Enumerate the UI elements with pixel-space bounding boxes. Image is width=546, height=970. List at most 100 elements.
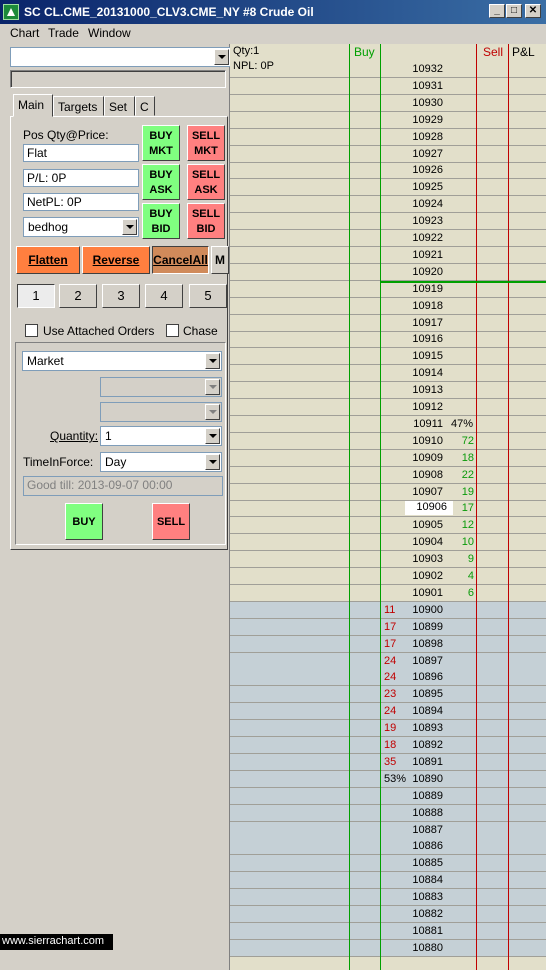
ladder-row[interactable]: 10921 <box>230 247 546 264</box>
ladder-row[interactable]: 10900 11 <box>230 601 546 619</box>
menu-chart[interactable]: Chart <box>10 26 39 40</box>
tab-set[interactable]: Set <box>104 96 135 116</box>
price-cell: 10931 <box>412 79 443 92</box>
ladder-row[interactable]: 10888 <box>230 804 546 822</box>
ladder-row[interactable]: 10904 10 <box>230 534 546 552</box>
ladder-row[interactable]: 10919 <box>230 281 546 298</box>
ladder-row[interactable]: 10910 72 <box>230 433 546 450</box>
chevron-down-icon[interactable] <box>214 49 229 65</box>
chevron-down-icon[interactable] <box>205 353 220 369</box>
tab-c[interactable]: C <box>135 96 155 116</box>
ladder-row[interactable]: 10883 <box>230 889 546 907</box>
price-cell: 10913 <box>412 384 443 397</box>
ladder-row[interactable]: 10908 22 <box>230 467 546 484</box>
ladder-row[interactable]: 10897 24 <box>230 652 546 670</box>
ladder-row[interactable]: 10929 <box>230 112 546 129</box>
ladder-row[interactable]: 10914 <box>230 365 546 383</box>
order-type-combo[interactable]: Market <box>22 351 222 371</box>
chevron-down-icon <box>205 404 220 420</box>
menu-trade[interactable]: Trade <box>48 26 79 40</box>
quantity-combo[interactable]: 1 <box>100 426 222 446</box>
ladder-row[interactable]: 10885 <box>230 855 546 873</box>
chase-checkbox[interactable] <box>166 324 179 337</box>
ladder-row[interactable]: 10912 <box>230 399 546 416</box>
buy-column-line <box>349 44 350 970</box>
sell-ask-button[interactable]: SELL ASK <box>187 164 225 200</box>
qty-preset-5[interactable]: 5 <box>189 284 227 308</box>
ladder-row[interactable]: 10881 <box>230 922 546 940</box>
ask-size: 22 <box>461 468 474 481</box>
ladder-row[interactable]: 10886 <box>230 838 546 856</box>
ladder-row[interactable]: 10922 <box>230 230 546 247</box>
chevron-down-icon[interactable] <box>205 428 220 444</box>
ladder-row[interactable]: 10884 <box>230 872 546 890</box>
ladder-row[interactable]: 10898 17 <box>230 635 546 653</box>
qty-preset-4[interactable]: 4 <box>145 284 183 308</box>
ladder-row[interactable]: 10899 17 <box>230 618 546 636</box>
ladder-row[interactable]: 10902 4 <box>230 568 546 585</box>
buy-market-button[interactable]: BUY MKT <box>142 125 180 161</box>
good-till-field: Good till: 2013-09-07 00:00 <box>23 476 223 496</box>
attached-orders-checkbox[interactable] <box>25 324 38 337</box>
ladder-row[interactable]: 10918 <box>230 298 546 315</box>
ladder-row[interactable]: 10911 47% <box>230 416 546 433</box>
ladder-row[interactable]: 10925 <box>230 179 546 197</box>
ladder-row[interactable]: 10920 <box>230 264 546 281</box>
ladder-row[interactable]: 10915 <box>230 348 546 366</box>
ladder-row[interactable]: 10895 23 <box>230 686 546 704</box>
title-bar[interactable]: SC CL.CME_20131000_CLV3.CME_NY #8 Crude … <box>0 0 546 24</box>
ladder-row[interactable]: 10932 <box>230 61 546 78</box>
trade-account-combo[interactable]: bedhog <box>23 217 139 237</box>
buy-button[interactable]: BUY <box>65 503 103 540</box>
ladder-row[interactable]: 10928 <box>230 129 546 146</box>
account-combo[interactable] <box>10 47 231 67</box>
sell-bid-button[interactable]: SELL BID <box>187 203 225 239</box>
ladder-row[interactable]: 10917 <box>230 315 546 332</box>
ladder-row[interactable]: 10892 18 <box>230 737 546 754</box>
chevron-down-icon[interactable] <box>122 219 137 235</box>
ladder-row[interactable]: 10927 <box>230 146 546 163</box>
price-ladder[interactable]: Qty:1 NPL: 0P Buy Sell P&L 10932 10931 109… <box>230 44 546 970</box>
ladder-row[interactable]: 10893 19 <box>230 720 546 738</box>
cancel-all-button[interactable]: CancelAll <box>152 246 209 274</box>
sell-button[interactable]: SELL <box>152 503 190 540</box>
ladder-row[interactable]: 10887 <box>230 821 546 839</box>
ladder-row[interactable]: 10903 9 <box>230 551 546 569</box>
ladder-row[interactable]: 10913 <box>230 382 546 400</box>
flatten-button[interactable]: Flatten <box>16 246 80 274</box>
chevron-down-icon[interactable] <box>205 454 220 470</box>
ladder-row[interactable]: 10909 18 <box>230 450 546 467</box>
reverse-button[interactable]: Reverse <box>82 246 150 274</box>
tab-targets[interactable]: Targets <box>53 96 104 116</box>
ladder-row[interactable]: 10906 17 <box>230 500 546 518</box>
tif-combo[interactable]: Day <box>100 452 222 472</box>
ladder-row[interactable]: 10896 24 <box>230 669 546 687</box>
ladder-row[interactable]: 10924 <box>230 196 546 214</box>
qty-preset-1[interactable]: 1 <box>17 284 55 308</box>
tab-main[interactable]: Main <box>13 94 53 117</box>
ladder-row[interactable]: 10890 53% <box>230 770 546 788</box>
minimize-button[interactable]: _ <box>489 4 505 18</box>
ladder-row[interactable]: 10930 <box>230 95 546 112</box>
sell-market-button[interactable]: SELL MKT <box>187 125 225 161</box>
ladder-row[interactable]: 10891 35 <box>230 753 546 771</box>
ladder-row[interactable]: 10931 <box>230 78 546 95</box>
m-button[interactable]: M <box>211 246 229 274</box>
ladder-row[interactable]: 10882 <box>230 906 546 923</box>
ladder-row[interactable]: 10926 <box>230 162 546 180</box>
ladder-row[interactable]: 10880 <box>230 939 546 957</box>
ladder-row[interactable]: 10894 24 <box>230 703 546 721</box>
close-button[interactable]: ✕ <box>525 4 541 18</box>
qty-preset-3[interactable]: 3 <box>102 284 140 308</box>
ladder-row[interactable]: 10907 19 <box>230 484 546 501</box>
ladder-row[interactable]: 10889 <box>230 787 546 805</box>
menu-window[interactable]: Window <box>88 26 131 40</box>
ladder-row[interactable]: 10901 6 <box>230 585 546 602</box>
buy-ask-button[interactable]: BUY ASK <box>142 164 180 200</box>
buy-bid-button[interactable]: BUY BID <box>142 203 180 239</box>
ladder-row[interactable]: 10916 <box>230 331 546 349</box>
maximize-button[interactable]: □ <box>506 4 522 18</box>
ladder-row[interactable]: 10905 12 <box>230 517 546 535</box>
qty-preset-2[interactable]: 2 <box>59 284 97 308</box>
ladder-row[interactable]: 10923 <box>230 213 546 231</box>
